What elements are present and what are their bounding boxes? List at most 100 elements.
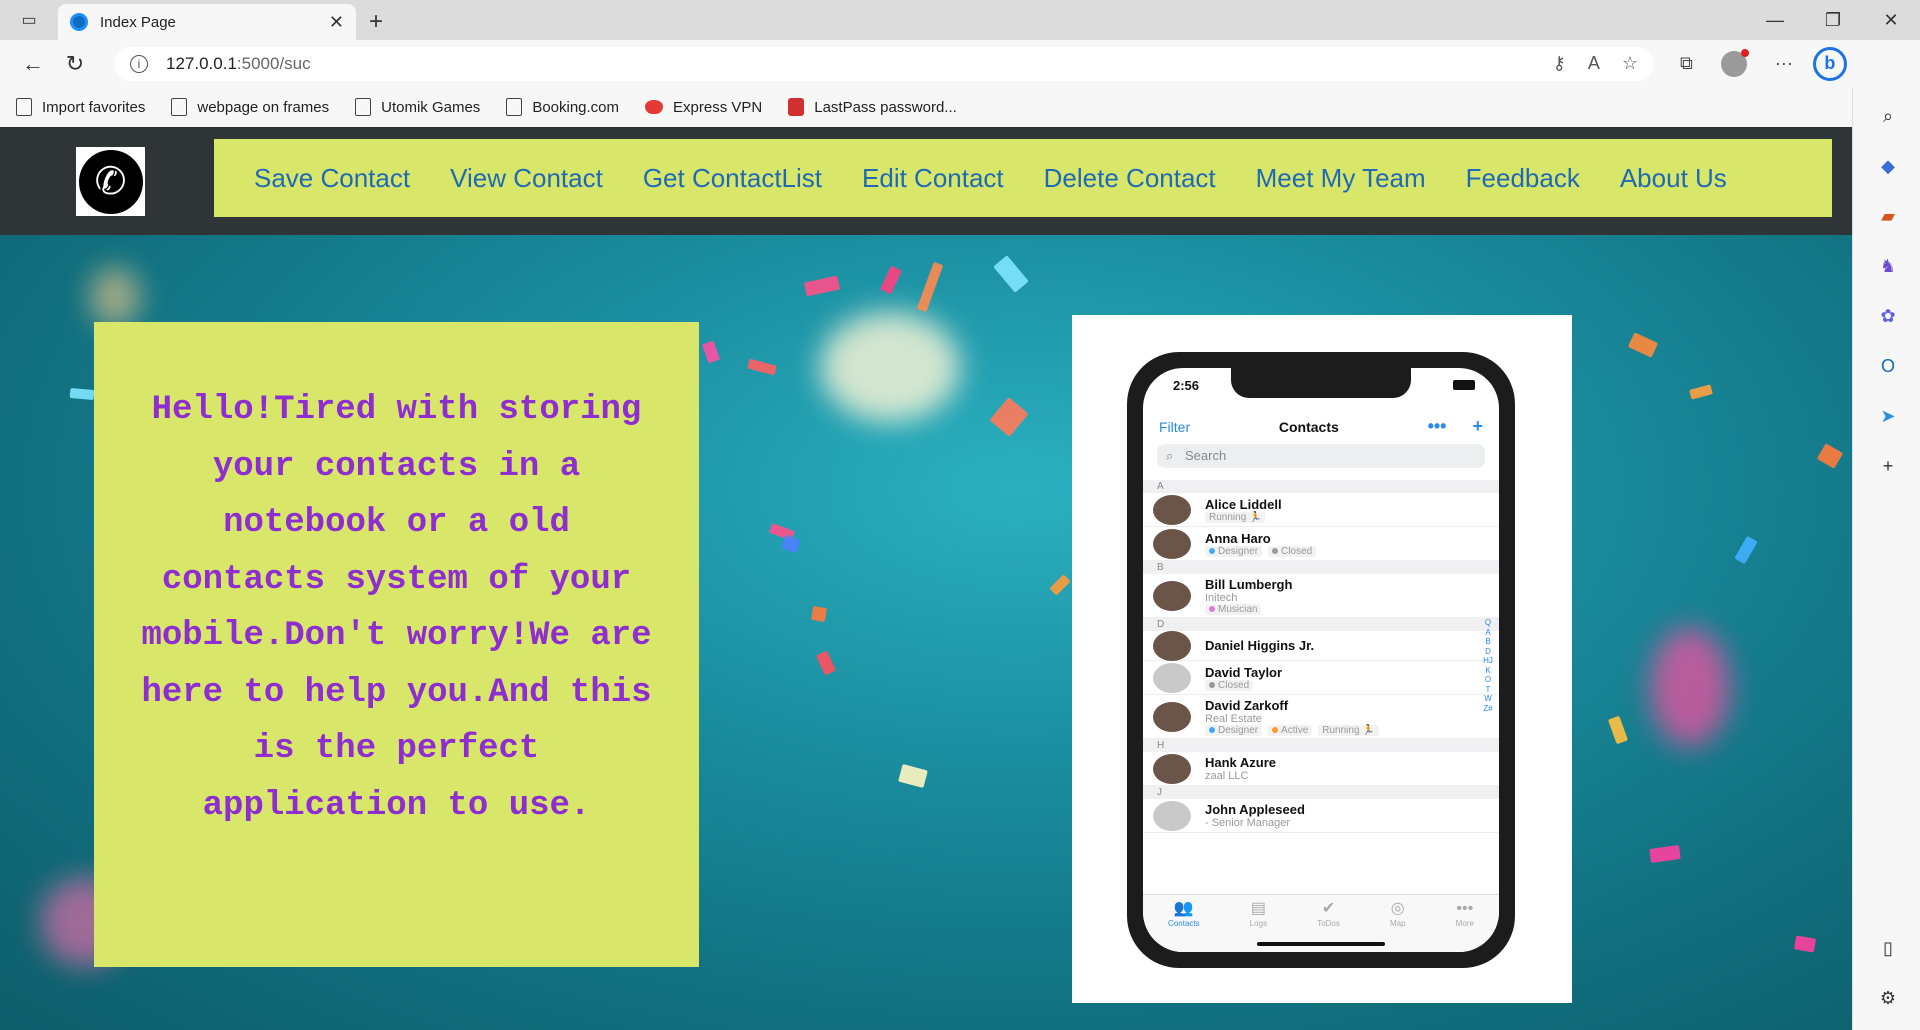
- nav-save-contact[interactable]: Save Contact: [254, 163, 410, 194]
- nav-edit-contact[interactable]: Edit Contact: [862, 163, 1004, 194]
- confetti-piece: [1649, 844, 1681, 864]
- contact-avatar: [1153, 800, 1191, 831]
- close-tab-icon[interactable]: ✕: [329, 12, 344, 33]
- phone-tab-icon: ▤: [1250, 900, 1266, 917]
- phone-tab-label: Map: [1390, 919, 1406, 928]
- contact-name: Anna Haro: [1205, 530, 1271, 546]
- phone-tab-more: ••• More: [1456, 901, 1474, 952]
- phone-tab-label: Contacts: [1168, 919, 1200, 928]
- section-header: D: [1143, 618, 1499, 631]
- page-icon: [355, 98, 372, 116]
- minimize-icon[interactable]: —: [1746, 10, 1804, 31]
- phone-status-bar: 2:56: [1173, 378, 1475, 393]
- add-contact-icon: +: [1472, 416, 1483, 436]
- favorite-import[interactable]: Import favorites: [16, 98, 145, 116]
- favorite-express-vpn[interactable]: Express VPN: [645, 99, 762, 116]
- import-icon: [16, 98, 32, 116]
- tag-label: Closed: [1218, 679, 1250, 691]
- outlook-icon[interactable]: O: [1877, 355, 1899, 377]
- tag-label: Running 🏃: [1322, 724, 1375, 736]
- collections-icon[interactable]: ⧉: [1680, 53, 1693, 74]
- contact-company: Real Estate: [1205, 712, 1262, 725]
- contact-tag: Designer: [1205, 724, 1263, 736]
- page-content: ✆ Save Contact View Contact Get ContactL…: [0, 127, 1852, 1030]
- phone-screen: 2:56 Filter Contacts ••• + Search A Alice…: [1143, 368, 1499, 952]
- contact-row: Hank Azure zaal LLC: [1143, 752, 1499, 786]
- tab-actions-icon[interactable]: ▭: [0, 0, 58, 40]
- contact-avatar: [1153, 494, 1191, 525]
- tag-dot-icon: [1209, 726, 1215, 733]
- contact-tags: Designer Active Running 🏃: [1205, 724, 1379, 736]
- tag-label: Active: [1281, 724, 1309, 736]
- contact-avatar: [1153, 753, 1191, 784]
- tab-title: Index Page: [100, 13, 176, 31]
- contact-info: Alice Liddell Running 🏃: [1205, 497, 1282, 523]
- settings-more-icon[interactable]: ···: [1775, 53, 1793, 74]
- contact-tag: Closed: [1268, 545, 1317, 557]
- tag-dot-icon: [1209, 605, 1215, 612]
- browser-tab[interactable]: Index Page ✕: [58, 4, 356, 40]
- favorite-webpage-on-frames[interactable]: webpage on frames: [171, 98, 329, 116]
- microsoft365-icon[interactable]: ✿: [1877, 305, 1899, 327]
- phone-tab-label: Logs: [1249, 919, 1268, 928]
- close-window-icon[interactable]: ✕: [1862, 10, 1920, 31]
- sidebar-toggle-icon[interactable]: ▯: [1877, 937, 1899, 959]
- profile-avatar[interactable]: [1720, 48, 1749, 77]
- address-bar: ← ↻ i 127.0.0.1:5000/suc ⚷ A ☆ ⧉ ··· b: [0, 40, 1920, 87]
- confetti-piece: [989, 397, 1029, 437]
- section-header: J: [1143, 786, 1499, 799]
- contact-avatar: [1153, 701, 1191, 732]
- back-icon[interactable]: ←: [12, 46, 54, 82]
- lastpass-icon: [788, 98, 805, 116]
- nav-view-contact[interactable]: View Contact: [450, 163, 603, 194]
- contact-row: Daniel Higgins Jr.: [1143, 630, 1499, 661]
- favorite-star-icon[interactable]: ☆: [1622, 53, 1638, 74]
- tools-icon[interactable]: ▰: [1877, 205, 1899, 227]
- confetti-piece: [1689, 384, 1713, 400]
- nav-meet-my-team[interactable]: Meet My Team: [1256, 163, 1426, 194]
- browser-tabbar: ▭ Index Page ✕ + — ❐ ✕: [0, 0, 1920, 40]
- contact-info: Daniel Higgins Jr.: [1205, 638, 1314, 653]
- search-icon[interactable]: ⌕: [1877, 105, 1899, 127]
- favorite-utomik[interactable]: Utomik Games: [355, 98, 480, 116]
- expressvpn-icon: [645, 100, 664, 114]
- nav-feedback[interactable]: Feedback: [1466, 163, 1580, 194]
- nav-get-contactlist[interactable]: Get ContactList: [643, 163, 822, 194]
- alphabet-index: QABDHJKOTWZ#: [1483, 618, 1493, 713]
- games-icon[interactable]: ♞: [1877, 255, 1899, 277]
- tag-label: Musician: [1218, 603, 1258, 615]
- confetti-piece: [993, 255, 1029, 293]
- gear-icon[interactable]: ⚙: [1877, 987, 1899, 1009]
- section-header: B: [1143, 561, 1499, 574]
- contact-list: A Alice Liddell Running 🏃 Anna Haro Designer…: [1143, 480, 1499, 833]
- restore-icon[interactable]: ❐: [1804, 10, 1862, 31]
- add-icon[interactable]: +: [1877, 455, 1899, 477]
- contact-name: David Zarkoff: [1205, 697, 1289, 713]
- favorite-lastpass[interactable]: LastPass password...: [788, 98, 957, 116]
- url-input[interactable]: i 127.0.0.1:5000/suc ⚷ A ☆: [114, 46, 1654, 81]
- new-tab-icon[interactable]: +: [356, 4, 396, 40]
- shopping-tag-icon[interactable]: ◆: [1877, 155, 1899, 177]
- tag-label: Closed: [1281, 545, 1313, 557]
- contact-tag: Running 🏃: [1318, 724, 1379, 736]
- read-aloud-icon[interactable]: A: [1588, 53, 1600, 74]
- nav-delete-contact[interactable]: Delete Contact: [1044, 163, 1216, 194]
- confetti-piece: [781, 534, 801, 554]
- nav-about-us[interactable]: About Us: [1620, 163, 1727, 194]
- favorite-booking[interactable]: Booking.com: [506, 98, 619, 116]
- refresh-icon[interactable]: ↻: [54, 46, 96, 82]
- confetti-piece: [916, 261, 944, 313]
- key-icon[interactable]: ⚷: [1553, 53, 1566, 74]
- site-logo[interactable]: ✆: [76, 147, 145, 216]
- contact-company: zaal LLC: [1205, 770, 1249, 782]
- contact-company: Initech: [1205, 591, 1238, 604]
- contacts-title: Contacts: [1278, 418, 1339, 435]
- url-text: 127.0.0.1:5000/suc: [166, 53, 311, 73]
- send-icon[interactable]: ➤: [1877, 405, 1899, 427]
- site-info-icon[interactable]: i: [130, 54, 148, 73]
- contact-tags: Musician: [1205, 603, 1292, 615]
- contact-info: John Appleseed - Senior Manager: [1205, 802, 1305, 829]
- bing-copilot-icon[interactable]: b: [1812, 46, 1847, 81]
- contact-tags: Designer Closed: [1205, 545, 1317, 557]
- contact-tags: Running 🏃: [1205, 511, 1282, 523]
